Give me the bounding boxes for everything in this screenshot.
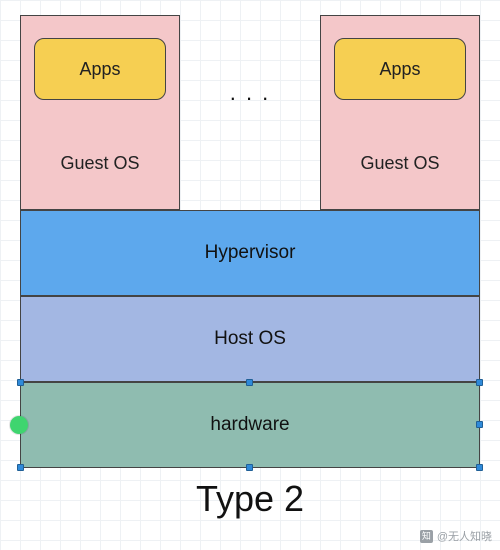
- resize-handle[interactable]: [17, 379, 24, 386]
- type2-hypervisor-diagram: Apps Guest OS . . . Apps Guest OS Hyperv…: [20, 15, 480, 520]
- guest-box-left: Apps Guest OS: [20, 15, 180, 210]
- resize-handle[interactable]: [246, 379, 253, 386]
- guest-os-label: Guest OS: [60, 153, 139, 174]
- add-connection-icon[interactable]: [10, 416, 28, 434]
- resize-handle[interactable]: [246, 464, 253, 471]
- hardware-label: hardware: [210, 414, 289, 436]
- ellipsis: . . .: [230, 80, 271, 106]
- watermark-text: @无人知晓: [437, 528, 492, 544]
- apps-box: Apps: [34, 38, 166, 100]
- resize-handle[interactable]: [476, 379, 483, 386]
- resize-handle[interactable]: [476, 421, 483, 428]
- resize-handle[interactable]: [17, 464, 24, 471]
- hardware-layer-selected[interactable]: hardware: [20, 382, 480, 468]
- guest-row: Apps Guest OS . . . Apps Guest OS: [20, 15, 480, 210]
- zhihu-icon: 知: [420, 530, 433, 543]
- hypervisor-layer: Hypervisor: [20, 210, 480, 296]
- watermark: 知 @无人知晓: [420, 528, 492, 544]
- hypervisor-label: Hypervisor: [205, 242, 296, 264]
- diagram-title: Type 2: [20, 478, 480, 520]
- guest-box-right: Apps Guest OS: [320, 15, 480, 210]
- host-os-label: Host OS: [214, 328, 286, 350]
- resize-handle[interactable]: [476, 464, 483, 471]
- guest-os-label: Guest OS: [360, 153, 439, 174]
- apps-box: Apps: [334, 38, 466, 100]
- host-os-layer: Host OS: [20, 296, 480, 382]
